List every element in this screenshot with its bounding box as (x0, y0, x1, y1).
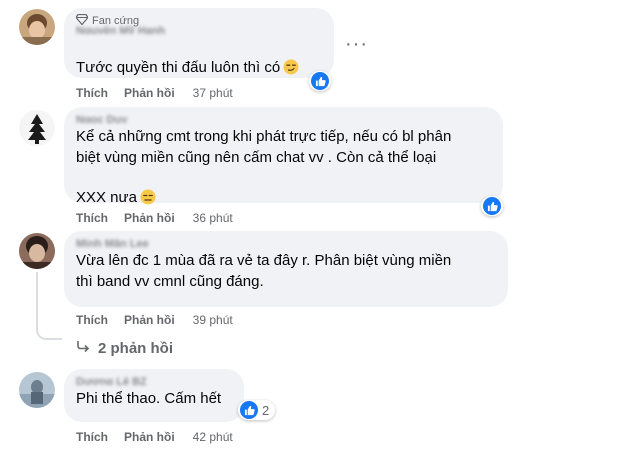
comment-actions: Thích Phản hồi 39 phút (76, 313, 233, 327)
reaction-count: 2 (262, 402, 270, 418)
comment-actions: Thích Phản hồi 42 phút (76, 430, 233, 444)
like-link[interactable]: Thích (76, 313, 108, 327)
replies-count-label: 2 phản hồi (98, 339, 173, 357)
comment-text: Phi thể thao. Cấm hết (76, 390, 222, 407)
commenter-name[interactable]: Dương Lê BZ (76, 377, 232, 385)
reaction-summary[interactable] (309, 71, 331, 91)
reply-arrow-icon (76, 339, 90, 357)
more-options-icon[interactable]: ··· (345, 34, 368, 54)
comment-text: Kể cả những cmt trong khi phát trực tiếp… (76, 126, 491, 211)
comment-bubble: Ngọc Duy Kể cả những cmt trong khi phát … (64, 107, 503, 206)
avatar[interactable] (19, 372, 55, 408)
comment-text: Vừa lên đc 1 mùa đã ra vẻ ta đây r. Phân… (76, 252, 452, 290)
like-link[interactable]: Thích (76, 86, 108, 100)
timestamp[interactable]: 36 phút (193, 211, 233, 225)
expressionless-emoji-icon (140, 168, 156, 211)
smirk-emoji-icon (283, 38, 299, 81)
timestamp[interactable]: 42 phút (193, 430, 233, 444)
reply-link[interactable]: Phản hồi (124, 86, 175, 100)
like-link[interactable]: Thích (76, 211, 108, 225)
reply-link[interactable]: Phản hồi (124, 313, 175, 327)
like-reaction-icon (240, 401, 258, 419)
comment-bubble: Fan cứng Nguyễn Mỹ Hạnh Tước quyền thi đ… (64, 8, 334, 78)
comment-actions: Thích Phản hồi 37 phút (76, 86, 233, 100)
timestamp[interactable]: 39 phút (193, 313, 233, 327)
reaction-summary[interactable]: 2 (238, 400, 276, 420)
avatar[interactable] (19, 9, 55, 45)
commenter-name[interactable]: Ngọc Duy (76, 115, 491, 123)
reply-thread-line (36, 272, 62, 340)
comment-bubble: Dương Lê BZ Phi thể thao. Cấm hết (64, 369, 244, 422)
commenter-name[interactable]: Nguyễn Mỹ Hạnh (76, 26, 322, 34)
like-reaction-icon (483, 197, 501, 215)
view-replies-button[interactable]: 2 phản hồi (76, 339, 173, 357)
comment-text: Tước quyền thi đấu luôn thì có (76, 38, 322, 81)
like-reaction-icon (311, 72, 329, 90)
like-link[interactable]: Thích (76, 430, 108, 444)
comment-bubble: Minh Mẫn Lee Vừa lên đc 1 mùa đã ra vẻ t… (64, 231, 508, 307)
timestamp[interactable]: 37 phút (193, 86, 233, 100)
reply-link[interactable]: Phản hồi (124, 211, 175, 225)
reply-link[interactable]: Phản hồi (124, 430, 175, 444)
reaction-summary[interactable] (481, 196, 503, 216)
comment-actions: Thích Phản hồi 36 phút (76, 211, 233, 225)
avatar[interactable] (19, 110, 55, 146)
commenter-name[interactable]: Minh Mẫn Lee (76, 239, 496, 247)
avatar[interactable] (19, 233, 55, 269)
